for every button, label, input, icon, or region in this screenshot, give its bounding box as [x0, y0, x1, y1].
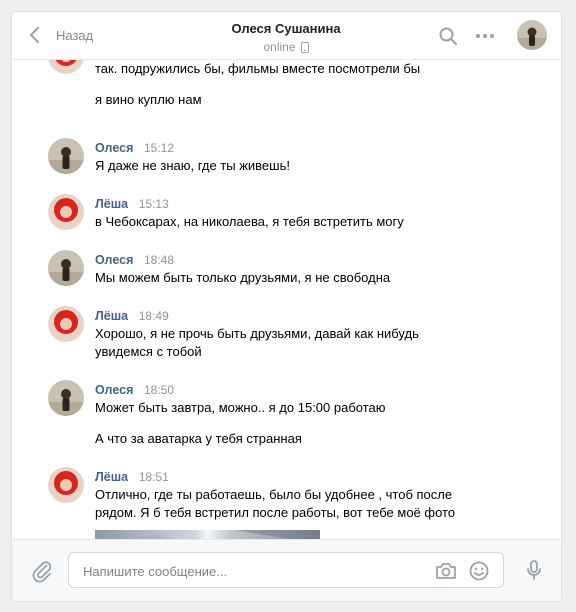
olesya-avatar-image [48, 380, 84, 416]
message-time: 18:50 [144, 383, 175, 397]
chat-header: Назад Олеся Сушанина online [12, 12, 561, 60]
photo-attachment[interactable] [95, 530, 320, 539]
message-text: Мы можем быть только друзьями, я не своб… [95, 270, 391, 285]
lesha-avatar-image [48, 194, 84, 230]
message-text: рядом. Я б тебя встретил после работы, в… [95, 505, 456, 520]
back-label: Назад [56, 27, 94, 43]
message-text: я вино куплю нам [95, 92, 202, 107]
back-button[interactable]: Назад [24, 24, 93, 46]
avatar[interactable] [48, 250, 84, 286]
author-name[interactable]: Олеся [95, 253, 133, 267]
microphone-icon[interactable] [522, 558, 546, 582]
author-name[interactable]: Олеся [95, 141, 133, 155]
chat-avatar[interactable] [517, 20, 547, 50]
chat-title: Олеся Сушанина [231, 21, 341, 36]
search-icon[interactable] [436, 24, 460, 48]
olesya-avatar-image [48, 250, 84, 286]
more-icon[interactable] [473, 24, 497, 48]
message-text: Отлично, где ты работаешь, было бы удобн… [95, 487, 453, 502]
message-input-box[interactable] [68, 552, 504, 588]
avatar[interactable] [48, 380, 84, 416]
lesha-avatar-image [48, 467, 84, 503]
author-name[interactable]: Олеся [95, 383, 133, 397]
message-time: 18:49 [138, 309, 169, 323]
photo-image [95, 530, 320, 539]
message-meta: Олеся 18:50 [95, 382, 174, 398]
message-text: Хорошо, я не прочь быть друзьями, давай … [95, 326, 419, 341]
author-name[interactable]: Лёша [95, 309, 128, 323]
avatar[interactable] [48, 194, 84, 230]
message-history[interactable]: так. подружились бы, фильмы вместе посмо… [12, 60, 561, 539]
message-composer [12, 539, 561, 601]
message-text: увидемся с тобой [95, 344, 202, 359]
olesya-avatar-image [48, 138, 84, 174]
message-meta: Лёша 18:49 [95, 308, 169, 324]
avatar[interactable] [48, 306, 84, 342]
message-meta: Лёша 15:13 [95, 196, 169, 212]
paperclip-icon[interactable] [30, 559, 54, 583]
avatar[interactable] [48, 60, 84, 74]
chat-window: Назад Олеся Сушанина online так. подружи… [11, 11, 562, 602]
message-meta: Олеся 15:12 [95, 140, 174, 156]
online-status: online [186, 39, 386, 55]
author-name[interactable]: Лёша [95, 197, 128, 211]
avatar[interactable] [48, 467, 84, 503]
emoji-icon[interactable] [467, 559, 491, 583]
message-text: Может быть завтра, можно.. я до 15:00 ра… [95, 400, 386, 415]
message-time: 15:13 [138, 197, 169, 211]
message-time: 18:51 [138, 470, 169, 484]
message-meta: Олеся 18:48 [95, 252, 174, 268]
status-text: online [263, 40, 296, 54]
author-name[interactable]: Лёша [95, 470, 128, 484]
camera-icon[interactable] [434, 559, 458, 583]
message-time: 18:48 [144, 253, 175, 267]
mobile-icon [300, 41, 309, 53]
olesya-avatar-image [517, 20, 547, 50]
message-input[interactable] [81, 561, 425, 581]
lesha-avatar-image [48, 60, 84, 74]
message-time: 15:12 [144, 141, 175, 155]
message-text: так. подружились бы, фильмы вместе посмо… [95, 61, 421, 76]
message-text: А что за аватарка у тебя странная [95, 431, 302, 446]
avatar[interactable] [48, 138, 84, 174]
message-text: в Чебоксарах, на николаева, я тебя встре… [95, 214, 404, 229]
lesha-avatar-image [48, 306, 84, 342]
message-meta: Лёша 18:51 [95, 469, 169, 485]
chevron-left-icon [30, 27, 39, 43]
message-text: Я даже не знаю, где ты живешь! [95, 158, 290, 173]
chat-title-block[interactable]: Олеся Сушанина online [186, 21, 386, 55]
